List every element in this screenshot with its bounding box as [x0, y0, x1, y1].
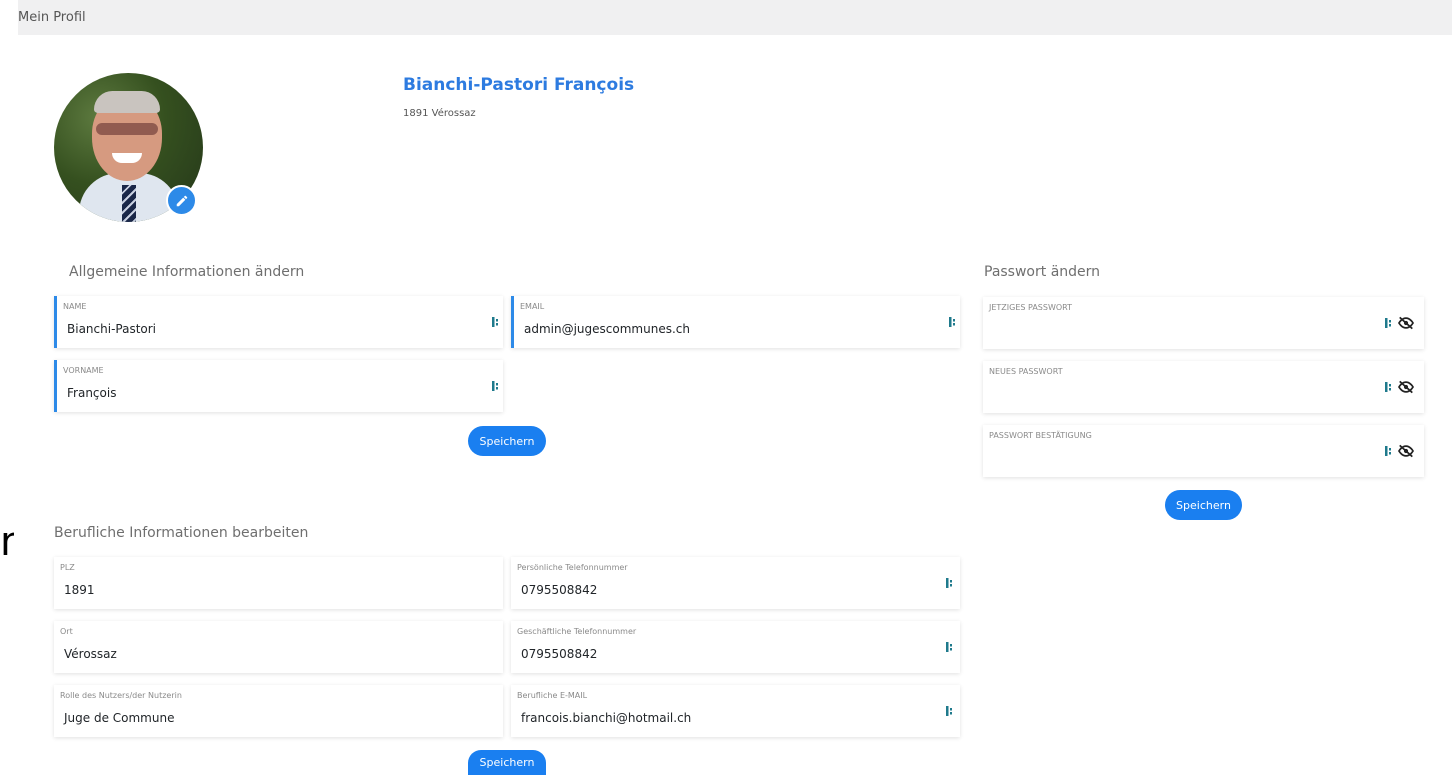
email-field[interactable]: EMAIL admin@jugescommunes.ch [511, 296, 960, 348]
name-value[interactable]: Bianchi-Pastori [67, 322, 447, 336]
eye-slash-icon[interactable] [1397, 316, 1415, 330]
key-icon[interactable] [1384, 381, 1394, 393]
eye-slash-icon[interactable] [1397, 380, 1415, 394]
save-password-button[interactable]: Speichern [1165, 490, 1242, 520]
zip-label: PLZ [60, 563, 75, 572]
name-label: NAME [63, 302, 87, 311]
city-label: Ort [60, 627, 73, 636]
current-password-field[interactable]: JETZIGES PASSWORT [983, 297, 1424, 349]
firstname-value[interactable]: François [67, 386, 447, 400]
pencil-icon [176, 195, 187, 206]
save-professional-button[interactable]: Speichern [468, 750, 546, 775]
work-email-label: Berufliche E-MAIL [517, 691, 588, 700]
city-field[interactable]: Ort Vérossaz [54, 621, 503, 673]
key-icon[interactable] [945, 577, 955, 589]
page-title: Mein Profil [18, 10, 86, 25]
work-phone-value[interactable]: 0795508842 [521, 647, 901, 661]
key-icon[interactable] [1384, 317, 1394, 329]
work-email-field[interactable]: Berufliche E-MAIL francois.bianchi@hotma… [511, 685, 960, 737]
personal-phone-field[interactable]: Persönliche Telefonnummer 0795508842 [511, 557, 960, 609]
edit-avatar-button[interactable] [166, 185, 197, 216]
password-title: Passwort ändern [984, 264, 1101, 280]
firstname-label: VORNAME [63, 366, 104, 375]
role-value[interactable]: Juge de Commune [64, 711, 444, 725]
city-value[interactable]: Vérossaz [64, 647, 444, 661]
role-label: Rolle des Nutzers/der Nutzerin [60, 691, 182, 700]
personal-phone-label: Persönliche Telefonnummer [517, 563, 628, 572]
zip-value[interactable]: 1891 [64, 583, 444, 597]
confirm-password-field[interactable]: PASSWORT BESTÄTIGUNG [983, 425, 1424, 477]
key-icon[interactable] [1384, 445, 1394, 457]
name-field[interactable]: NAME Bianchi-Pastori [54, 296, 503, 348]
save-general-button[interactable]: Speichern [468, 426, 546, 456]
role-field[interactable]: Rolle des Nutzers/der Nutzerin Juge de C… [54, 685, 503, 737]
general-info-title: Allgemeine Informationen ändern [69, 264, 305, 280]
professional-info-title: Berufliche Informationen bearbeiten [54, 525, 309, 541]
key-icon[interactable] [945, 705, 955, 717]
work-phone-label: Geschäftliche Telefonnummer [517, 627, 637, 636]
email-value[interactable]: admin@jugescommunes.ch [524, 322, 904, 336]
top-bar: Mein Profil [18, 0, 1452, 35]
work-email-value[interactable]: francois.bianchi@hotmail.ch [521, 711, 901, 725]
confirm-password-label: PASSWORT BESTÄTIGUNG [989, 431, 1092, 440]
key-icon[interactable] [491, 380, 501, 392]
key-icon[interactable] [948, 316, 958, 328]
current-password-label: JETZIGES PASSWORT [989, 303, 1073, 312]
profile-location: 1891 Vérossaz [403, 108, 476, 119]
new-password-label: NEUES PASSWORT [989, 367, 1063, 376]
firstname-field[interactable]: VORNAME François [54, 360, 503, 412]
work-phone-field[interactable]: Geschäftliche Telefonnummer 0795508842 [511, 621, 960, 673]
zip-field[interactable]: PLZ 1891 [54, 557, 503, 609]
key-icon[interactable] [491, 316, 501, 328]
eye-slash-icon[interactable] [1397, 444, 1415, 458]
personal-phone-value[interactable]: 0795508842 [521, 583, 901, 597]
profile-name: Bianchi-Pastori François [403, 75, 635, 95]
email-label: EMAIL [520, 302, 545, 311]
new-password-field[interactable]: NEUES PASSWORT [983, 361, 1424, 413]
key-icon[interactable] [945, 641, 955, 653]
edge-glyph: n [0, 522, 14, 562]
